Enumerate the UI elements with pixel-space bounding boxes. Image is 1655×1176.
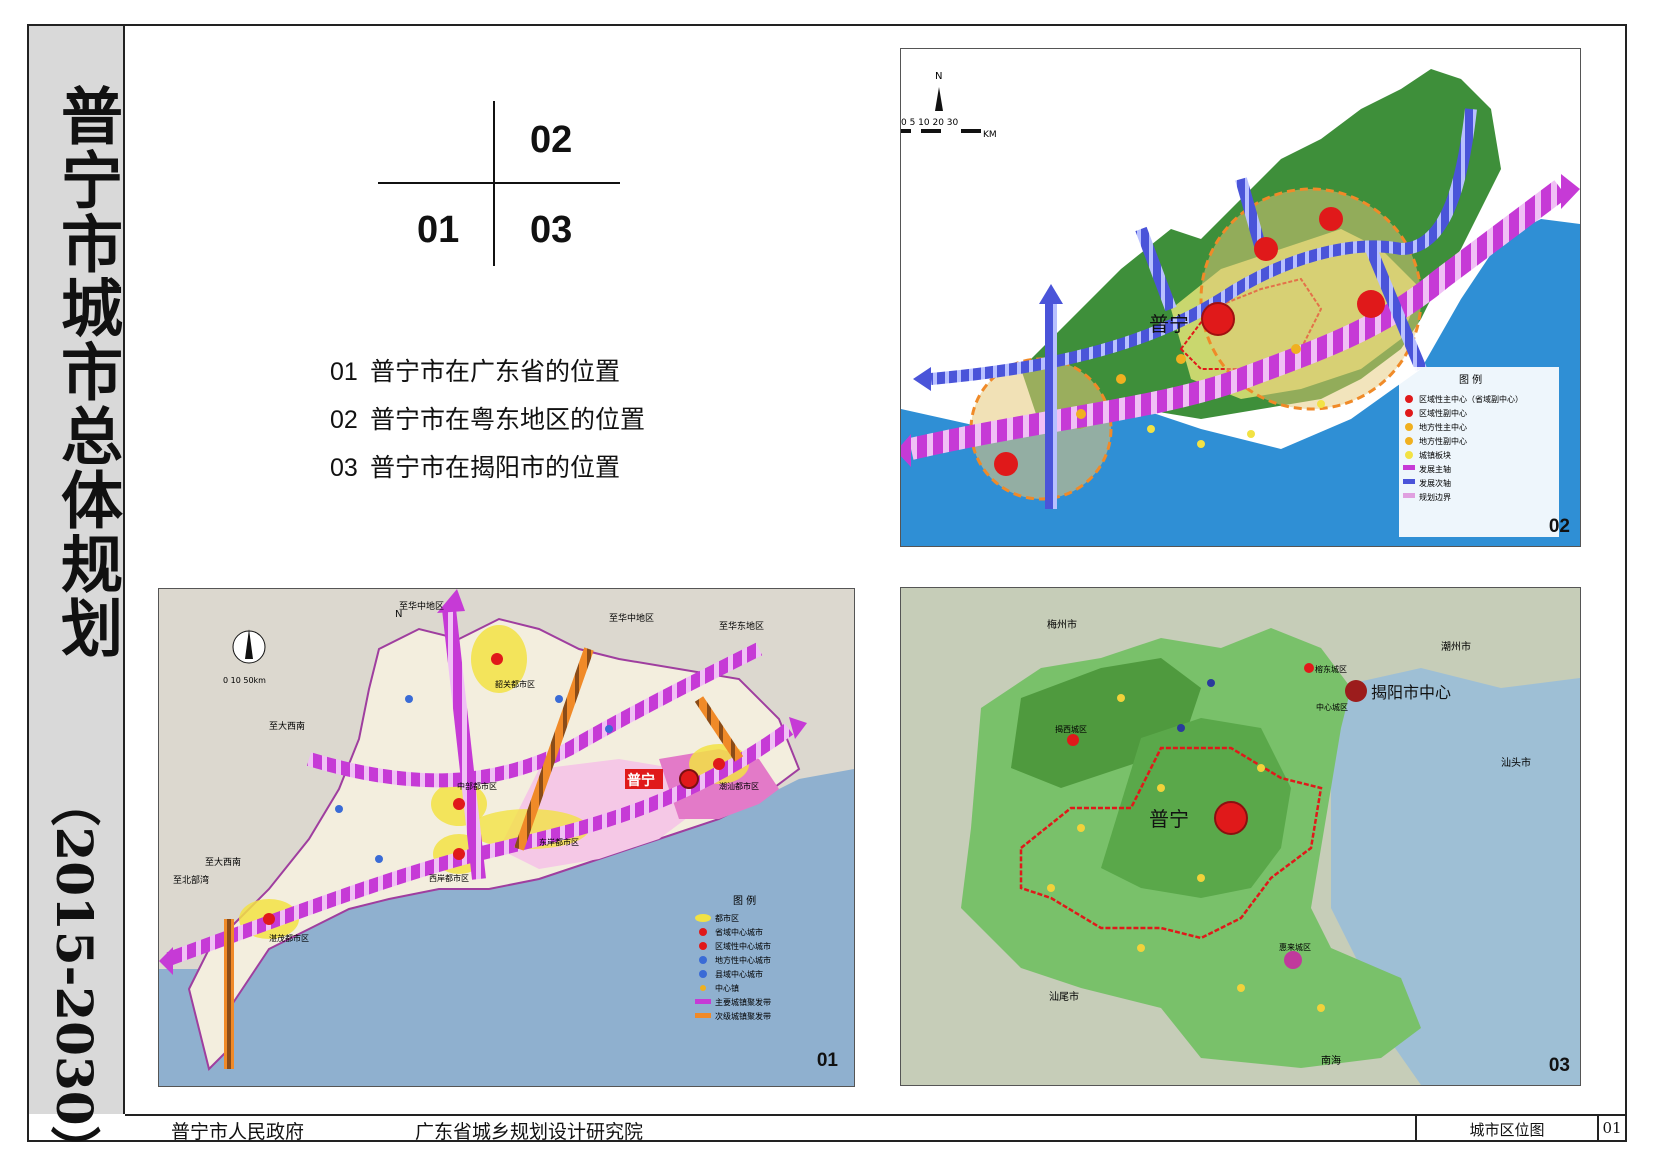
map-01-legend-1: 省域中心城市 — [715, 927, 763, 937]
map-02-number: 02 — [1548, 516, 1570, 537]
map-01-region-9: 东岸都市区 — [539, 837, 579, 847]
index-01: 01 — [417, 209, 460, 251]
footer-sheet-name: 城市区位图 — [1469, 1121, 1545, 1139]
map-02-scale: 0 5 10 20 30 — [901, 118, 959, 128]
map-01-region-11: 湛茂都市区 — [269, 933, 309, 943]
map-01-legend-5: 中心镇 — [715, 983, 739, 993]
index-item-02: 02 普宁市在粤东地区的位置 — [330, 405, 646, 434]
map-01-legend-4: 县域中心城市 — [715, 969, 763, 979]
map-02-north: N — [935, 71, 942, 82]
map-01-region-3: 至大西南 — [269, 720, 305, 732]
map-02-legend-5: 发展主轴 — [1419, 464, 1451, 474]
map-03-place-8: 榕东城区 — [1315, 664, 1347, 674]
map-index-list: 01 普宁市在广东省的位置 02 普宁市在粤东地区的位置 03 普宁市在揭阳市的位置 — [330, 352, 645, 496]
map-01-legend-7: 次级城镇聚发带 — [715, 1011, 771, 1021]
map-03-puning-label: 普宁 — [1149, 807, 1189, 831]
map-02-legend-3: 地方性副中心 — [1419, 436, 1467, 446]
map-01-svg: 普宁 N 0 10 50km 至华中地区 至华中地区 至华东地区 至大西南 至大… — [159, 589, 854, 1086]
map-01-legend-title: 图 例 — [733, 894, 756, 907]
map-01-region-2: 至华东地区 — [719, 620, 764, 632]
map-03-place-4: 南海 — [1321, 1054, 1341, 1067]
index-item-03: 03 普宁市在揭阳市的位置 — [330, 453, 621, 482]
map-03-place-2: 汕头市 — [1501, 756, 1531, 769]
map-01-region-7: 中部都市区 — [457, 781, 497, 791]
map-02-legend-2: 地方性主中心 — [1419, 422, 1467, 432]
title-sidebar: 普宁市城市总体规划 （2015-2030） — [29, 26, 125, 1176]
map-03-place-1: 潮州市 — [1441, 640, 1471, 653]
map-01-region-0: 至华中地区 — [399, 600, 444, 612]
map-02-svg: 普宁 N 0 5 10 20 30 KM 图 例 区域性主中心（省域副中心） 区… — [901, 49, 1580, 546]
footer-government: 普宁市人民政府 — [171, 1121, 305, 1143]
index-item-01: 01 普宁市在广东省的位置 — [330, 357, 621, 386]
map-03-number: 03 — [1548, 1055, 1570, 1076]
plan-title: 普宁市城市总体规划 — [50, 84, 123, 660]
map-03-svg: 普宁 揭阳市中心 梅州市 潮州市 汕头市 汕尾市 南海 揭西城区 惠来城区 中心… — [901, 588, 1580, 1085]
map-01-guangdong: 普宁 N 0 10 50km 至华中地区 至华中地区 至华东地区 至大西南 至大… — [158, 588, 855, 1087]
map-02-scale-unit: KM — [983, 130, 997, 140]
map-03-place-6: 惠来城区 — [1279, 942, 1311, 952]
map-01-puning-label: 普宁 — [627, 772, 655, 789]
index-03: 03 — [530, 209, 573, 251]
map-03-jieyang-label: 揭阳市中心 — [1371, 683, 1451, 702]
index-vertical-line — [493, 101, 495, 266]
index-02: 02 — [530, 119, 573, 161]
map-01-legend-2: 区域性中心城市 — [715, 941, 771, 951]
map-01-region-4: 至大西南 — [205, 856, 241, 868]
map-03-jieyang: 普宁 揭阳市中心 梅州市 潮州市 汕头市 汕尾市 南海 揭西城区 惠来城区 中心… — [900, 587, 1581, 1086]
map-01-number: 01 — [816, 1050, 838, 1071]
map-01-region-8: 西岸都市区 — [429, 873, 469, 883]
map-02-east-guangdong: 普宁 N 0 5 10 20 30 KM 图 例 区域性主中心（省域副中心） 区… — [900, 48, 1581, 547]
map-01-legend-0: 都市区 — [715, 913, 739, 923]
plan-years-text: （2015-2030） — [45, 776, 104, 1176]
index-horizontal-line — [378, 182, 620, 184]
map-01-region-10: 潮汕都市区 — [719, 781, 759, 791]
map-01-legend-6: 主要城镇聚发带 — [715, 997, 771, 1007]
map-02-legend-title: 图 例 — [1459, 373, 1482, 386]
footer-page-number: 01 — [1602, 1119, 1622, 1137]
map-03-place-5: 揭西城区 — [1055, 724, 1087, 734]
map-01-region-6: 韶关都市区 — [495, 679, 535, 689]
map-02-legend-0: 区域性主中心（省域副中心） — [1419, 394, 1523, 404]
map-02-legend-4: 城镇板块 — [1419, 450, 1451, 460]
title-block-footer: 普宁市人民政府 广东省城乡规划设计研究院 城市区位图 01 — [125, 1114, 1625, 1143]
map-02-legend-6: 发展次轴 — [1419, 478, 1451, 488]
map-02-puning-label: 普宁 — [1149, 312, 1189, 336]
map-01-region-5: 至北部湾 — [173, 874, 209, 886]
map-02-legend-1: 区域性副中心 — [1419, 408, 1467, 418]
plan-years: （2015-2030） — [45, 776, 105, 1175]
map-01-legend-3: 地方性中心城市 — [715, 955, 771, 965]
map-01-region-1: 至华中地区 — [609, 612, 654, 624]
map-03-place-7: 中心城区 — [1316, 702, 1348, 712]
map-02-legend-7: 规划边界 — [1419, 492, 1451, 502]
map-03-place-3: 汕尾市 — [1049, 990, 1079, 1003]
footer-institute: 广东省城乡规划设计研究院 — [415, 1121, 644, 1143]
map-01-scale: 0 10 50km — [223, 676, 266, 685]
map-03-place-0: 梅州市 — [1047, 618, 1077, 631]
